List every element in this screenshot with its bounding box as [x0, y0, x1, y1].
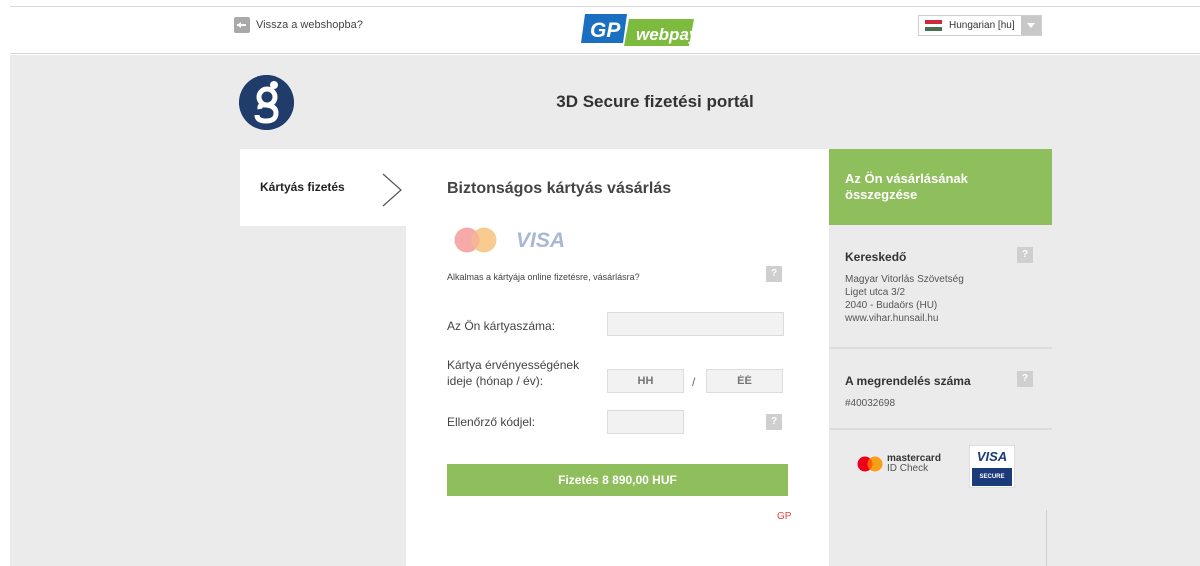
order-number-title: A megrendelés száma: [845, 374, 971, 388]
form-title: Biztonságos kártyás vásárlás: [447, 180, 672, 197]
card-number-input[interactable]: [607, 312, 784, 336]
scroll-divider: [1046, 510, 1047, 566]
merchant-name: Magyar Vitorlás Szövetség: [845, 274, 964, 285]
merchant-street: Liget utca 3/2: [845, 287, 906, 298]
cvc-input[interactable]: [607, 410, 684, 434]
summary-divider: [829, 428, 1052, 430]
cvc-label: Ellenőrző kódjel:: [447, 415, 536, 429]
bank-logo: [239, 75, 294, 130]
back-to-webshop-link[interactable]: Vissza a webshopba?: [234, 17, 363, 33]
merchant-city: 2040 - Budaörs (HU): [845, 300, 938, 311]
chevron-down-icon[interactable]: [1021, 16, 1041, 35]
language-select[interactable]: Hungarian [hu]: [918, 15, 1042, 36]
expiry-month-input[interactable]: [607, 369, 684, 393]
summary-title: Az Ön vásárlásának összegzése: [845, 171, 968, 202]
mastercard-id-check-badge: mastercard ID Check: [857, 454, 941, 474]
expiry-year-input[interactable]: [706, 369, 783, 393]
card-number-label: Az Ön kártyaszáma:: [447, 319, 556, 333]
help-icon[interactable]: ?: [1017, 371, 1033, 387]
visa-secure-badge: VISA SECURE: [969, 445, 1015, 488]
card-eligibility-question[interactable]: Alkalmas a kártyája online fizetésre, vá…: [447, 272, 640, 282]
help-icon[interactable]: ?: [1017, 247, 1033, 263]
order-number: #40032698: [845, 398, 896, 409]
mastercard-icon: [857, 456, 883, 472]
portal-title: 3D Secure fizetési portál: [556, 92, 754, 111]
back-arrow-icon: [234, 17, 250, 33]
merchant-website: www.vihar.hunsail.hu: [845, 313, 939, 324]
nav-item-label: Kártyás fizetés: [260, 180, 345, 194]
pay-button[interactable]: Fizetés 8 890,00 HUF: [447, 464, 788, 496]
chevron-right-icon: [382, 173, 402, 207]
logo-webpay-text: webpay: [636, 25, 694, 44]
gp-webpay-logo: GP webpay: [581, 14, 694, 46]
expiry-label-line2: ideje (hónap / év):: [447, 374, 544, 388]
mastercard-logo-icon: [454, 227, 497, 253]
visa-secure-bottom: SECURE: [972, 468, 1012, 486]
summary-divider: [829, 347, 1052, 349]
gp-mark: GP: [777, 511, 792, 522]
id-check-label: ID Check: [887, 463, 929, 474]
back-link-label: Vissza a webshopba?: [256, 19, 363, 31]
expiry-label-line1: Kártya érvényességének: [447, 358, 580, 372]
language-label: Hungarian [hu]: [949, 20, 1015, 31]
help-icon[interactable]: ?: [766, 414, 782, 430]
expiry-separator: /: [692, 375, 696, 389]
help-icon[interactable]: ?: [766, 266, 782, 282]
visa-secure-top: VISA: [976, 449, 1008, 464]
merchant-title: Kereskedő: [845, 250, 907, 264]
logo-gp-text: GP: [590, 19, 621, 42]
hungarian-flag-icon: [925, 20, 942, 32]
visa-logo: VISA: [516, 229, 566, 252]
